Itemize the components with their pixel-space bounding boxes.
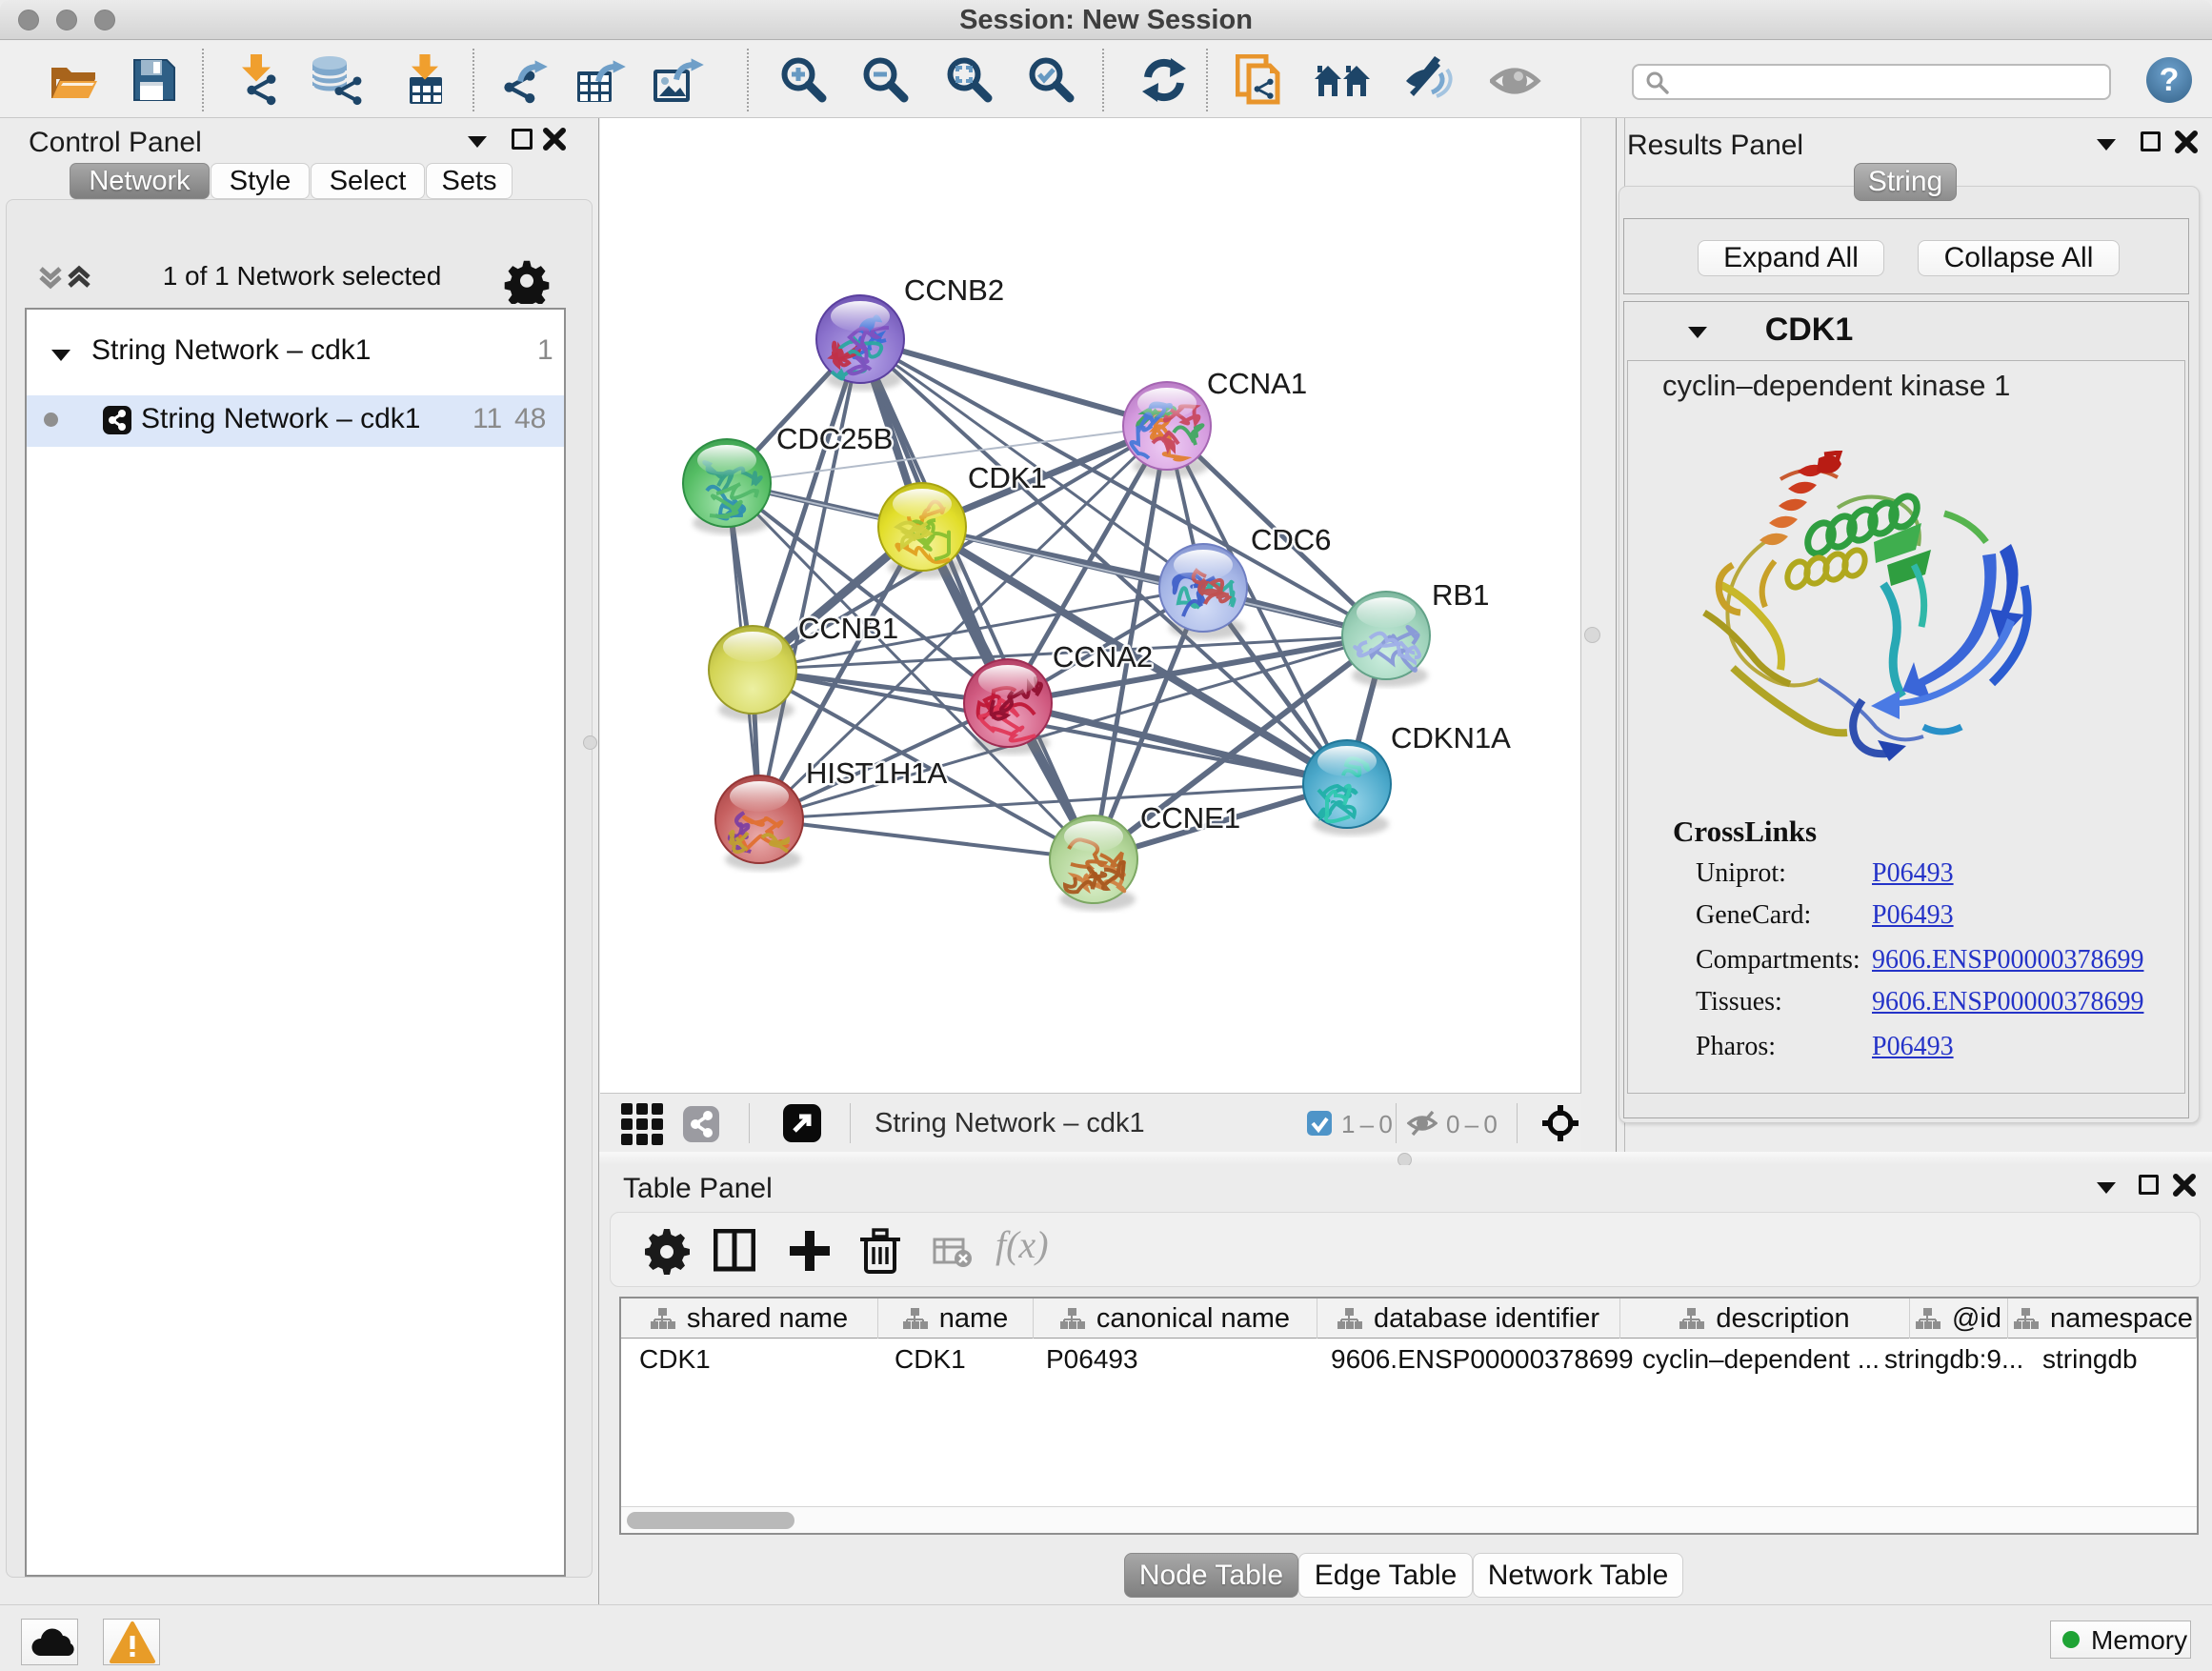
svg-text:CCNB1: CCNB1 [798,612,898,645]
svg-text:RB1: RB1 [1432,578,1489,612]
svg-text:CCNB2: CCNB2 [904,273,1004,307]
svg-text:CDK1: CDK1 [968,461,1047,494]
svg-text:CCNE1: CCNE1 [1140,801,1240,835]
svg-text:CCNA2: CCNA2 [1053,640,1153,674]
svg-text:?: ? [2160,62,2180,98]
svg-text:HIST1H1A: HIST1H1A [806,756,947,790]
svg-text:CCNA1: CCNA1 [1207,367,1307,400]
svg-text:CDC25B: CDC25B [776,422,893,455]
svg-text:CDC6: CDC6 [1251,523,1331,556]
svg-text:CDKN1A: CDKN1A [1391,721,1511,755]
